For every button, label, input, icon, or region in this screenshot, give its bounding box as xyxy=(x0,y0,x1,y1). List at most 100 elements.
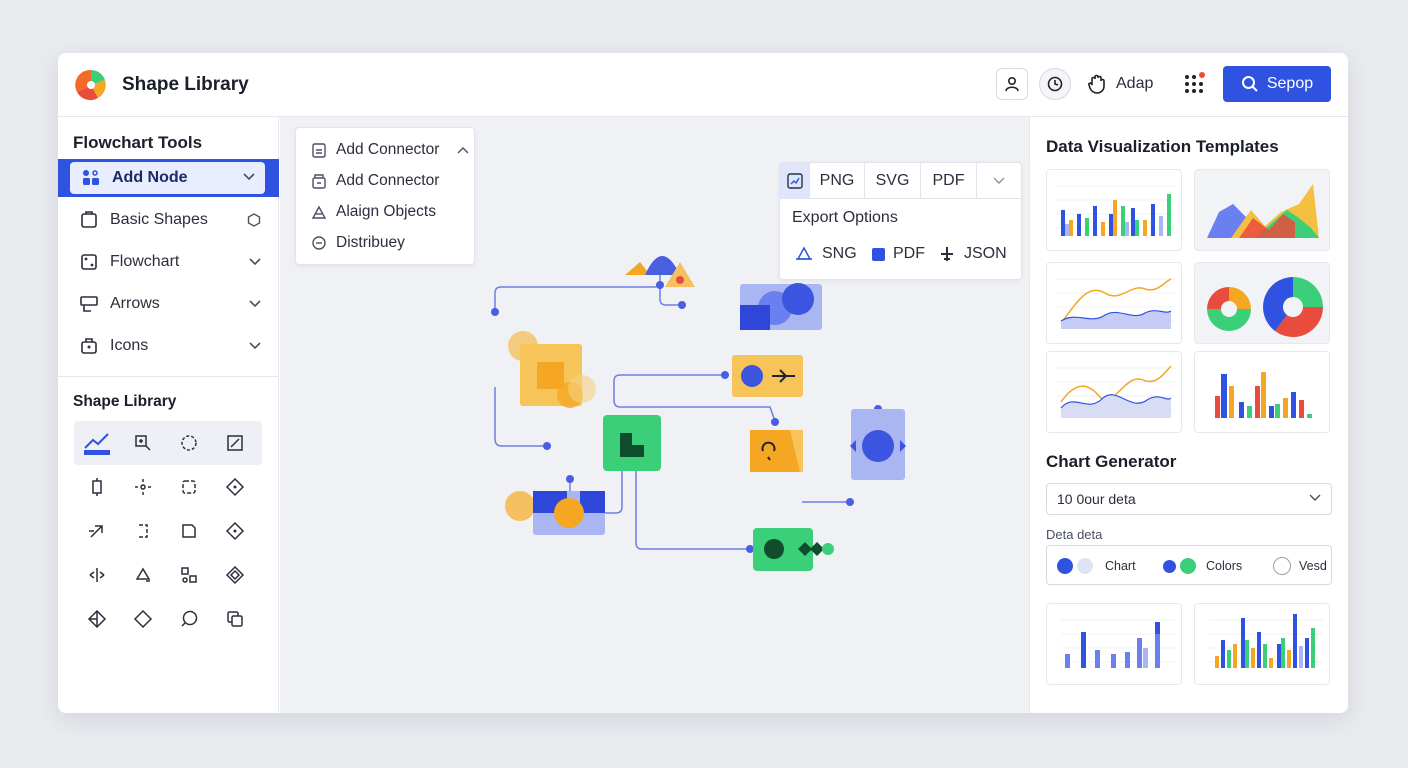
connector-menu: Add Connector Add Connector Alaign Objec… xyxy=(295,127,475,265)
dashed-square-shape-icon[interactable] xyxy=(166,467,212,507)
export-option-json[interactable]: JSON xyxy=(938,243,1007,265)
copy-shape-icon[interactable] xyxy=(212,599,258,639)
template-line-chart[interactable] xyxy=(1046,262,1182,344)
history-button[interactable] xyxy=(1039,68,1071,100)
shapes-icon xyxy=(78,209,100,231)
data-label: Deta deta xyxy=(1046,527,1103,542)
chevron-up-icon xyxy=(457,147,469,154)
split-shape-icon[interactable] xyxy=(74,555,120,595)
export-option-label: JSON xyxy=(964,245,1007,262)
slash-square-shape-icon[interactable] xyxy=(212,423,258,463)
sidebar-item-arrows[interactable]: Arrows xyxy=(58,285,279,323)
menu-item-align-objects[interactable]: Alaign Objects xyxy=(310,201,436,223)
sidebar-item-label: Arrows xyxy=(110,295,160,312)
blue-swatch-icon xyxy=(1163,559,1176,573)
template-wave-chart[interactable] xyxy=(1046,351,1182,433)
radio-icon xyxy=(1273,557,1291,575)
app-logo-icon xyxy=(75,69,106,101)
export-options-title: Export Options xyxy=(792,209,898,226)
option-label: Chart xyxy=(1105,559,1136,573)
sidebar-item-flowchart[interactable]: Flowchart xyxy=(58,243,279,281)
search-icon xyxy=(1241,76,1258,92)
app-window: Shape Library Adap Sepop Flowchart Tools xyxy=(58,53,1348,713)
align-shape-icon[interactable] xyxy=(166,555,212,595)
primary-action-label: Sepop xyxy=(1266,75,1314,92)
pdf-square-icon xyxy=(872,247,885,261)
template-column-chart[interactable] xyxy=(1194,351,1330,433)
generated-chart-1[interactable] xyxy=(1046,603,1182,685)
curved-shape-icon[interactable] xyxy=(120,511,166,551)
export-image-tab[interactable] xyxy=(780,163,810,199)
data-source-select[interactable]: 10 0our deta xyxy=(1046,483,1332,515)
chart-generator-title: Chart Generator xyxy=(1046,452,1177,471)
diagram-canvas[interactable]: Add Connector Add Connector Alaign Objec… xyxy=(280,117,1029,713)
fill-shape-icon[interactable] xyxy=(120,555,166,595)
option-vesd[interactable]: Vesd xyxy=(1273,557,1327,575)
line-chart-shape-icon[interactable] xyxy=(74,423,120,463)
green-swatch-icon xyxy=(1180,558,1196,574)
chart-options-group: Chart Colors Vesd xyxy=(1046,545,1332,585)
dashed-circle-shape-icon[interactable] xyxy=(166,423,212,463)
apps-grid-icon[interactable] xyxy=(1182,72,1206,96)
pie-shape-icon[interactable] xyxy=(74,599,120,639)
menu-item-add-connector-2[interactable]: Add Connector xyxy=(310,170,439,192)
menu-item-label: Add Connector xyxy=(336,172,440,189)
chart-swatch-icon xyxy=(1057,558,1073,574)
arrow-up-right-shape-icon[interactable] xyxy=(74,511,120,551)
sidebar-item-label: Icons xyxy=(110,337,149,354)
decision-shape-icon[interactable] xyxy=(212,467,258,507)
option-chart[interactable]: Chart xyxy=(1057,557,1136,575)
sidebar-item-basic-shapes[interactable]: Basic Shapes xyxy=(58,201,279,239)
export-option-sng[interactable]: SNG xyxy=(794,243,857,265)
hand-icon xyxy=(1088,74,1105,94)
process-shape-icon[interactable] xyxy=(74,467,120,507)
doc-icon xyxy=(312,143,326,158)
sidebar-divider xyxy=(58,376,279,377)
flowchart-icon xyxy=(78,251,100,273)
distribute-icon xyxy=(312,236,326,250)
sidebar-item-add-node[interactable]: Add Node xyxy=(58,159,279,197)
export-dropdown-button[interactable] xyxy=(977,163,1021,199)
hexagon-icon xyxy=(247,213,261,227)
export-option-pdf[interactable]: PDF xyxy=(872,243,925,265)
sparkle-shape-icon[interactable] xyxy=(120,467,166,507)
left-sidebar: Flowchart Tools Add Node Basic Shapes Fl… xyxy=(58,117,279,713)
template-bar-chart[interactable] xyxy=(1046,169,1182,251)
sidebar-item-label: Add Node xyxy=(112,169,188,186)
option-colors[interactable]: Colors xyxy=(1163,557,1242,575)
template-area-chart[interactable] xyxy=(1194,169,1330,251)
layered-diamond-shape-icon[interactable] xyxy=(212,555,258,595)
note-shape-icon[interactable] xyxy=(166,511,212,551)
user-button[interactable] xyxy=(996,68,1028,100)
menu-item-label: Alaign Objects xyxy=(336,203,436,220)
diamond-dot-shape-icon[interactable] xyxy=(212,511,258,551)
option-label: Vesd xyxy=(1299,559,1327,573)
export-option-label: SNG xyxy=(822,245,857,262)
export-tab-png[interactable]: PNG xyxy=(810,163,865,199)
shape-library-title: Shape Library xyxy=(73,393,177,410)
diamond-shape-icon[interactable] xyxy=(120,599,166,639)
export-tab-svg[interactable]: SVG xyxy=(865,163,921,199)
generated-chart-2[interactable] xyxy=(1194,603,1330,685)
menu-item-label: Add Connector xyxy=(336,141,440,158)
template-pie-chart[interactable] xyxy=(1194,262,1330,344)
menu-item-distribute[interactable]: Distribuey xyxy=(310,232,405,254)
adapt-button[interactable]: Adap xyxy=(1086,68,1153,100)
node-add-shape-icon[interactable] xyxy=(120,423,166,463)
arrows-icon xyxy=(78,293,100,315)
speech-bubble-shape-icon[interactable] xyxy=(166,599,212,639)
primary-action-button[interactable]: Sepop xyxy=(1223,66,1331,102)
chevron-down-icon xyxy=(249,300,261,308)
chevron-down-icon xyxy=(249,342,261,350)
chevron-down-icon xyxy=(249,258,261,266)
nodes-icon xyxy=(80,167,102,189)
export-option-label: PDF xyxy=(893,245,925,262)
sidebar-item-icons[interactable]: Icons xyxy=(58,327,279,365)
box-icon xyxy=(312,174,326,189)
menu-item-add-connector[interactable]: Add Connector xyxy=(310,139,469,161)
sidebar-section-title: Flowchart Tools xyxy=(73,133,203,152)
align-icon xyxy=(311,205,327,219)
shape-library-grid xyxy=(74,421,262,641)
export-tab-pdf[interactable]: PDF xyxy=(921,163,977,199)
history-icon xyxy=(1047,76,1063,92)
